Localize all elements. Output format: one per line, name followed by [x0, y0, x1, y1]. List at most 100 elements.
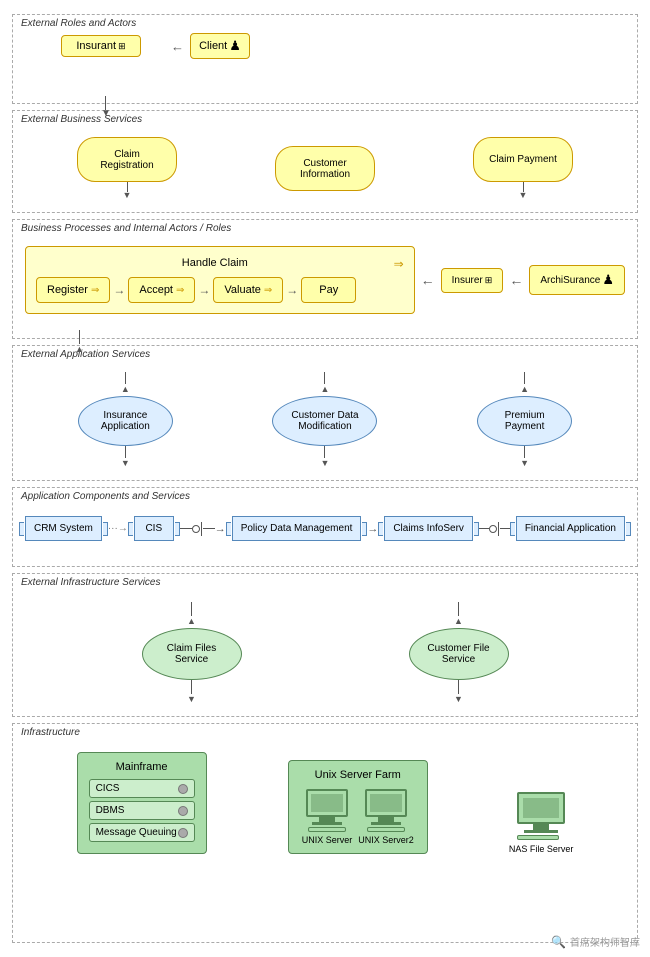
screen-1	[311, 794, 343, 812]
arrow-custdata-up	[324, 372, 325, 384]
comp-claims-left	[378, 522, 383, 536]
arrow-to-archisurance: ←	[509, 272, 523, 288]
comp-financial[interactable]: Financial Application	[516, 516, 625, 541]
step-pay[interactable]: Pay	[301, 277, 356, 303]
service-claim-payment-col: Claim Payment ▼	[473, 137, 573, 200]
line2	[203, 528, 215, 529]
actor-insurant-label: Insurant	[76, 40, 116, 52]
arrow-down-indicator2: ▼	[519, 190, 528, 200]
handle-claim-title: Handle Claim ⇒	[36, 257, 404, 269]
dashed-arrow-crm-cis: ···→	[108, 523, 128, 534]
section-business-processes: Business Processes and Internal Actors /…	[12, 219, 638, 339]
base-1	[312, 822, 342, 825]
arrow-to-policy: →	[215, 523, 226, 535]
unix-server-1-col: UNIX Server	[302, 789, 353, 845]
section-external-business: External Business Services Claim Registr…	[12, 110, 638, 213]
handle-claim-box: Handle Claim ⇒ Register ⇒ → Accept ⇒ →	[25, 246, 415, 314]
components-row: CRM System ···→ CIS →	[21, 506, 629, 545]
comp-crm-left-connector	[19, 522, 24, 536]
step-valuate-label: Valuate	[224, 284, 261, 296]
monitor-1	[306, 789, 348, 817]
service-customer-info-label: Customer Information	[288, 158, 362, 180]
mainframe-item-dbms: DBMS	[89, 801, 195, 820]
arrow-up-custfile: ▲	[454, 616, 463, 626]
service-customer-file-label: Customer File Service	[422, 643, 496, 665]
interface-bar2	[498, 522, 499, 536]
app-service-insurance-col: ▲ Insurance Application ▼	[78, 372, 173, 468]
handle-claim-label: Handle Claim	[182, 257, 248, 269]
section-external-roles: External Roles and Actors Insurant ⊞ ← C…	[12, 14, 638, 104]
mainframe-label: Mainframe	[86, 761, 198, 773]
arrow-custdata-down	[324, 446, 325, 458]
service-customer-data-mod[interactable]: Customer Data Modification	[272, 396, 377, 446]
person-icon-client: ♟	[229, 38, 241, 54]
service-customer-file[interactable]: Customer File Service	[409, 628, 509, 680]
comp-crm[interactable]: CRM System	[25, 516, 102, 541]
comp-policy-wrapper: Policy Data Management	[232, 516, 362, 541]
arrow-ins-app-down	[125, 446, 126, 458]
actor-archisurance[interactable]: ArchiSurance ♟	[529, 265, 625, 295]
service-premium-payment-label: Premium Payment	[490, 410, 559, 432]
screen-2	[370, 794, 402, 812]
comp-claims[interactable]: Claims InfoServ	[384, 516, 473, 541]
service-claim-registration[interactable]: Claim Registration	[77, 137, 177, 182]
arrow-up-ins: ▲	[121, 384, 130, 394]
unix-server2-label: UNIX Server2	[358, 835, 414, 845]
comp-cis-right	[175, 522, 180, 536]
nas-monitor-body	[517, 792, 565, 824]
mainframe-mq-label: Message Queuing	[96, 827, 177, 838]
arrow-valuate-pay: →	[286, 283, 298, 297]
nas-keyboard	[517, 835, 559, 840]
arrow-register-down: ▲	[75, 330, 84, 354]
arrow-down-premium: ▼	[520, 458, 529, 468]
arrow-claimfiles-up	[191, 602, 192, 616]
line4	[500, 528, 510, 529]
unix-server-2-col: UNIX Server2	[358, 789, 414, 845]
server-mainframe[interactable]: Mainframe CICS DBMS Message Queuing	[77, 752, 207, 854]
unix-computers-row: UNIX Server UNIX Server2	[297, 789, 419, 845]
service-claim-reg-col: Claim Registration ▼	[77, 137, 177, 200]
nas-screen	[523, 798, 559, 818]
server-unix-farm[interactable]: Unix Server Farm UNIX Server	[288, 760, 428, 854]
service-premium-payment[interactable]: Premium Payment	[477, 396, 572, 446]
service-claim-reg-label: Claim Registration	[90, 149, 164, 171]
infra-service-custfile-col: ▲ Customer File Service ▼	[409, 602, 509, 704]
service-insurance-app[interactable]: Insurance Application	[78, 396, 173, 446]
actor-insurer-label: Insurer	[452, 275, 483, 286]
arrow-premium-up	[524, 372, 525, 384]
actor-insurant[interactable]: Insurant ⊞	[61, 35, 141, 57]
section-label-ext-infra: External Infrastructure Services	[19, 577, 163, 588]
comp-claims-right	[474, 522, 479, 536]
section-app-components: Application Components and Services CRM …	[12, 487, 638, 567]
service-customer-info[interactable]: Customer Information	[275, 146, 375, 191]
service-claim-files[interactable]: Claim Files Service	[142, 628, 242, 680]
section-label-external-roles: External Roles and Actors	[19, 18, 138, 29]
infra-service-claim-files-col: ▲ Claim Files Service ▼	[142, 602, 242, 704]
actor-insurer[interactable]: Insurer ⊞	[441, 268, 504, 293]
arrow-custfile-down	[458, 680, 459, 694]
arrow-accept-valuate: →	[198, 283, 210, 297]
interface-conn-2	[479, 522, 510, 536]
actor-connection: ← Client ♟	[171, 33, 250, 59]
step-accept[interactable]: Accept ⇒	[128, 277, 195, 303]
service-claim-payment[interactable]: Claim Payment	[473, 137, 573, 182]
comp-policy[interactable]: Policy Data Management	[232, 516, 362, 541]
step-register[interactable]: Register ⇒	[36, 277, 110, 303]
step-register-arrow: ⇒	[91, 285, 99, 296]
section-external-infra: External Infrastructure Services ▲ Claim…	[12, 573, 638, 717]
comp-cis-wrapper: CIS	[134, 516, 174, 541]
monitor-2	[365, 789, 407, 817]
comp-cis[interactable]: CIS	[134, 516, 174, 541]
actor-client[interactable]: Client ♟	[190, 33, 250, 59]
arrow-claimfiles-down	[191, 680, 192, 694]
led-cics	[178, 784, 188, 794]
mainframe-cics-label: CICS	[96, 783, 120, 794]
unix-server-2-monitor	[365, 789, 407, 817]
keyboard-1	[308, 827, 346, 832]
section-infrastructure: Infrastructure Mainframe CICS DBMS Messa…	[12, 723, 638, 943]
process-steps-row: Register ⇒ → Accept ⇒ → Valuate ⇒ →	[36, 277, 404, 303]
arrow-down-claimfiles: ▼	[187, 694, 196, 704]
step-valuate[interactable]: Valuate ⇒	[213, 277, 283, 303]
comp-fin-left	[510, 522, 515, 536]
comp-crm-right-connector	[103, 522, 108, 536]
